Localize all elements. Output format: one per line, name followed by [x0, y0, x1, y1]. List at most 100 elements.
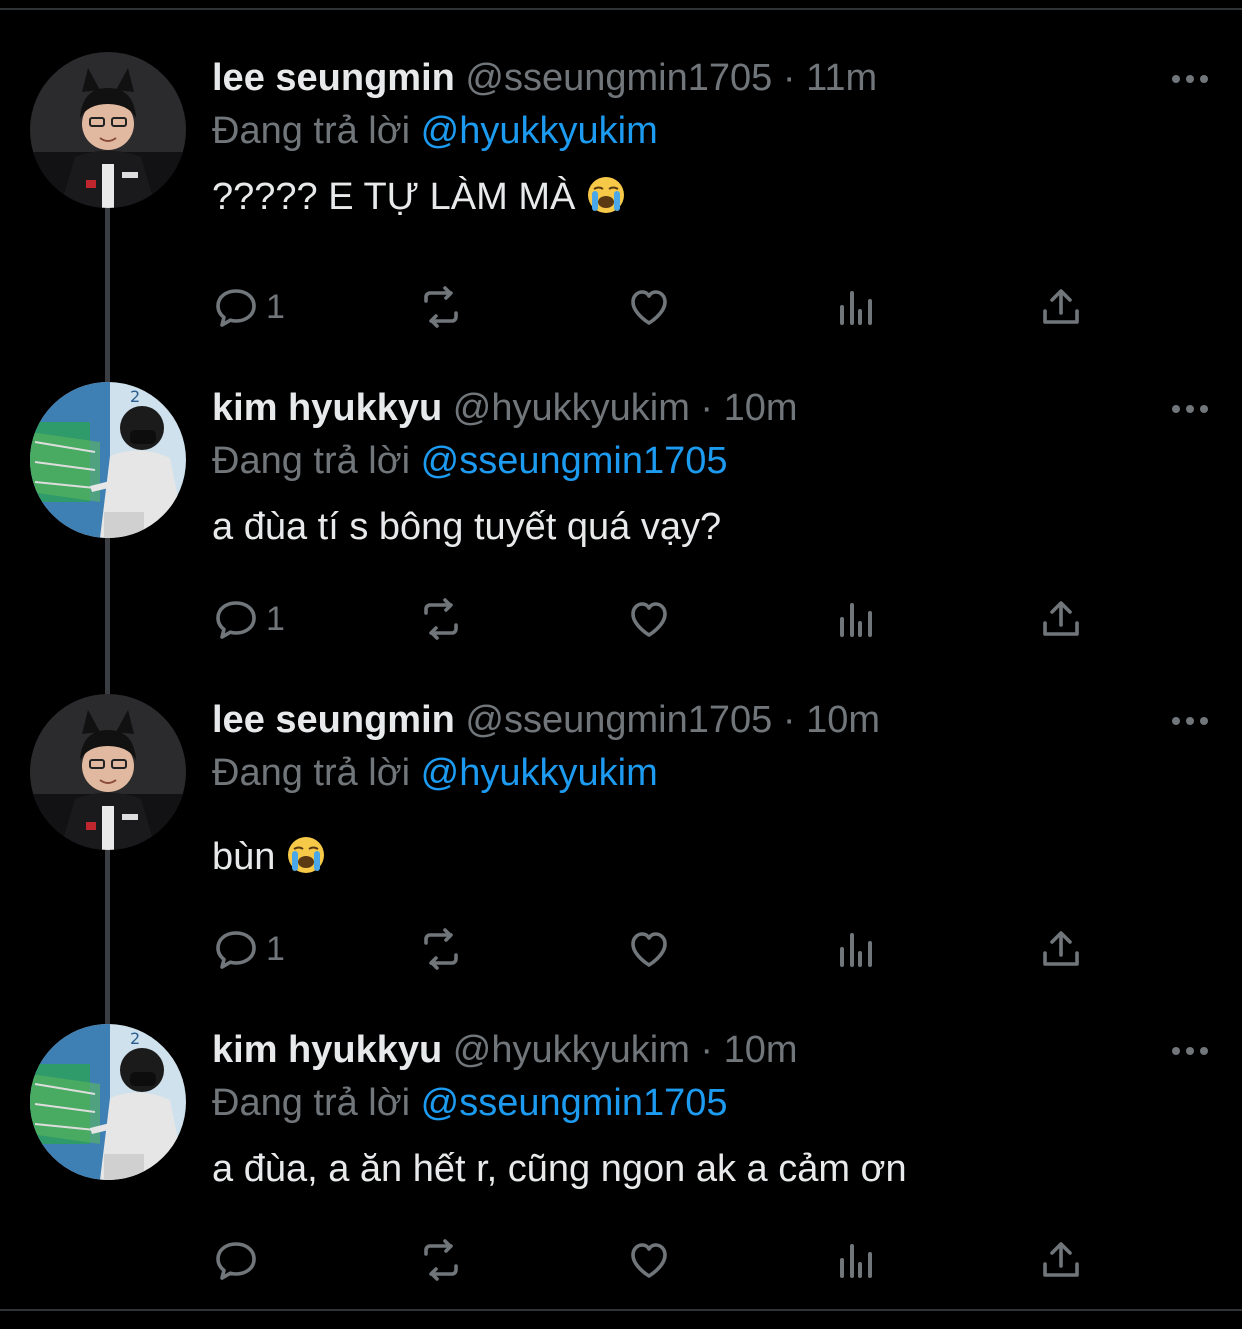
- avatar[interactable]: 2: [30, 1024, 186, 1180]
- more-icon[interactable]: [1168, 711, 1212, 731]
- views-button[interactable]: [832, 589, 880, 649]
- views-button[interactable]: [832, 919, 880, 979]
- action-bar: 1: [212, 277, 1082, 337]
- retweet-button[interactable]: [417, 1230, 465, 1290]
- username[interactable]: @hyukkyukim: [453, 1029, 690, 1071]
- share-icon: [1043, 1242, 1079, 1277]
- separator-dot: ·: [782, 699, 796, 741]
- avatar-seungmin-image: [30, 52, 186, 208]
- like-icon: [631, 1243, 667, 1278]
- retweet-button[interactable]: [417, 277, 465, 337]
- share-icon: [1043, 601, 1079, 636]
- more-icon[interactable]: [1168, 69, 1212, 89]
- like-button[interactable]: [625, 919, 673, 979]
- avatar[interactable]: [30, 694, 186, 850]
- share-icon: [1043, 931, 1079, 966]
- tweet-text: ????? E TỰ LÀM MÀ: [212, 176, 576, 218]
- display-name[interactable]: lee seungmin: [212, 57, 455, 99]
- mention-link[interactable]: @sseungmin1705: [421, 440, 728, 482]
- avatar[interactable]: [30, 52, 186, 208]
- reply-button[interactable]: 1: [212, 589, 285, 649]
- tweet-header: kim hyukkyu @hyukkyukim · 10m: [212, 380, 1212, 436]
- tweet-header: lee seungmin @sseungmin1705 · 10m: [212, 692, 1212, 748]
- separator-dot: ·: [700, 1029, 714, 1071]
- display-name[interactable]: kim hyukkyu: [212, 1029, 442, 1071]
- username[interactable]: @sseungmin1705: [465, 57, 772, 99]
- retweet-icon: [424, 928, 458, 970]
- top-divider: [0, 8, 1242, 10]
- views-icon: [840, 1244, 872, 1278]
- like-button[interactable]: [625, 277, 673, 337]
- bottom-divider: [0, 1309, 1242, 1311]
- avatar[interactable]: 2: [30, 382, 186, 538]
- display-name[interactable]: lee seungmin: [212, 699, 455, 741]
- replying-to: Đang trả lời @hyukkyukim: [212, 106, 1212, 156]
- reply-count: 1: [266, 599, 285, 638]
- like-icon: [631, 602, 667, 637]
- reply-button[interactable]: 1: [212, 919, 285, 979]
- crying-face-emoji-icon: [587, 177, 624, 213]
- views-button[interactable]: [832, 277, 880, 337]
- timestamp[interactable]: 10m: [724, 1029, 798, 1071]
- username[interactable]: @hyukkyukim: [453, 387, 690, 429]
- action-bar: [212, 1230, 1082, 1290]
- tweet-header: lee seungmin @sseungmin1705 · 11m: [212, 50, 1212, 106]
- reply-icon: [216, 601, 256, 639]
- tweet-text-row: a đùa tí s bông tuyết quá vạy?: [212, 502, 1212, 552]
- more-icon[interactable]: [1168, 1041, 1212, 1061]
- tweet-header: kim hyukkyu @hyukkyukim · 10m: [212, 1022, 1212, 1078]
- views-icon: [840, 603, 872, 637]
- separator-dot: ·: [700, 387, 714, 429]
- share-button[interactable]: [1037, 277, 1085, 337]
- crying-face-emoji-icon: [287, 837, 324, 873]
- share-button[interactable]: [1037, 589, 1085, 649]
- reply-icon: [216, 1242, 256, 1280]
- avatar-hyukkyu-image: 2: [30, 1024, 186, 1180]
- action-bar: 1: [212, 919, 1082, 979]
- reply-icon: [216, 289, 256, 327]
- replying-to: Đang trả lời @sseungmin1705: [212, 1078, 1212, 1128]
- tweet-text-row: bùn: [212, 832, 1212, 882]
- thread-line: [105, 208, 110, 1026]
- mention-link[interactable]: @sseungmin1705: [421, 1082, 728, 1124]
- mention-link[interactable]: @hyukkyukim: [421, 110, 658, 152]
- separator-dot: ·: [782, 57, 796, 99]
- views-button[interactable]: [832, 1230, 880, 1290]
- more-icon[interactable]: [1168, 399, 1212, 419]
- username[interactable]: @sseungmin1705: [465, 699, 772, 741]
- reply-count: 1: [266, 287, 285, 326]
- replying-to: Đang trả lời @hyukkyukim: [212, 748, 1212, 798]
- reply-icon: [216, 931, 256, 969]
- retweet-icon: [424, 1239, 458, 1281]
- replying-to-label: Đang trả lời: [212, 752, 411, 794]
- tweet-text: a đùa, a ăn hết r, cũng ngon ak a cảm ơn: [212, 1148, 907, 1190]
- retweet-button[interactable]: [417, 589, 465, 649]
- like-icon: [631, 290, 667, 325]
- replying-to: Đang trả lời @sseungmin1705: [212, 436, 1212, 486]
- timestamp[interactable]: 11m: [806, 57, 877, 99]
- views-icon: [840, 291, 872, 325]
- tweet-text-row: ????? E TỰ LÀM MÀ: [212, 172, 1212, 222]
- mention-link[interactable]: @hyukkyukim: [421, 752, 658, 794]
- reply-button[interactable]: 1: [212, 277, 285, 337]
- display-name[interactable]: kim hyukkyu: [212, 387, 442, 429]
- action-bar: 1: [212, 589, 1082, 649]
- svg-text:2: 2: [130, 387, 140, 406]
- share-button[interactable]: [1037, 919, 1085, 979]
- like-button[interactable]: [625, 1230, 673, 1290]
- reply-button[interactable]: [212, 1230, 266, 1290]
- timestamp[interactable]: 10m: [806, 699, 880, 741]
- share-button[interactable]: [1037, 1230, 1085, 1290]
- like-button[interactable]: [625, 589, 673, 649]
- retweet-button[interactable]: [417, 919, 465, 979]
- timestamp[interactable]: 10m: [724, 387, 798, 429]
- replying-to-label: Đang trả lời: [212, 440, 411, 482]
- svg-text:2: 2: [130, 1029, 140, 1048]
- share-icon: [1043, 289, 1079, 324]
- replying-to-label: Đang trả lời: [212, 1082, 411, 1124]
- avatar-hyukkyu-image: 2: [30, 382, 186, 538]
- tweet-text-row: a đùa, a ăn hết r, cũng ngon ak a cảm ơn: [212, 1144, 1212, 1194]
- tweet-text: bùn: [212, 836, 276, 878]
- views-icon: [840, 933, 872, 967]
- reply-count: 1: [266, 929, 285, 968]
